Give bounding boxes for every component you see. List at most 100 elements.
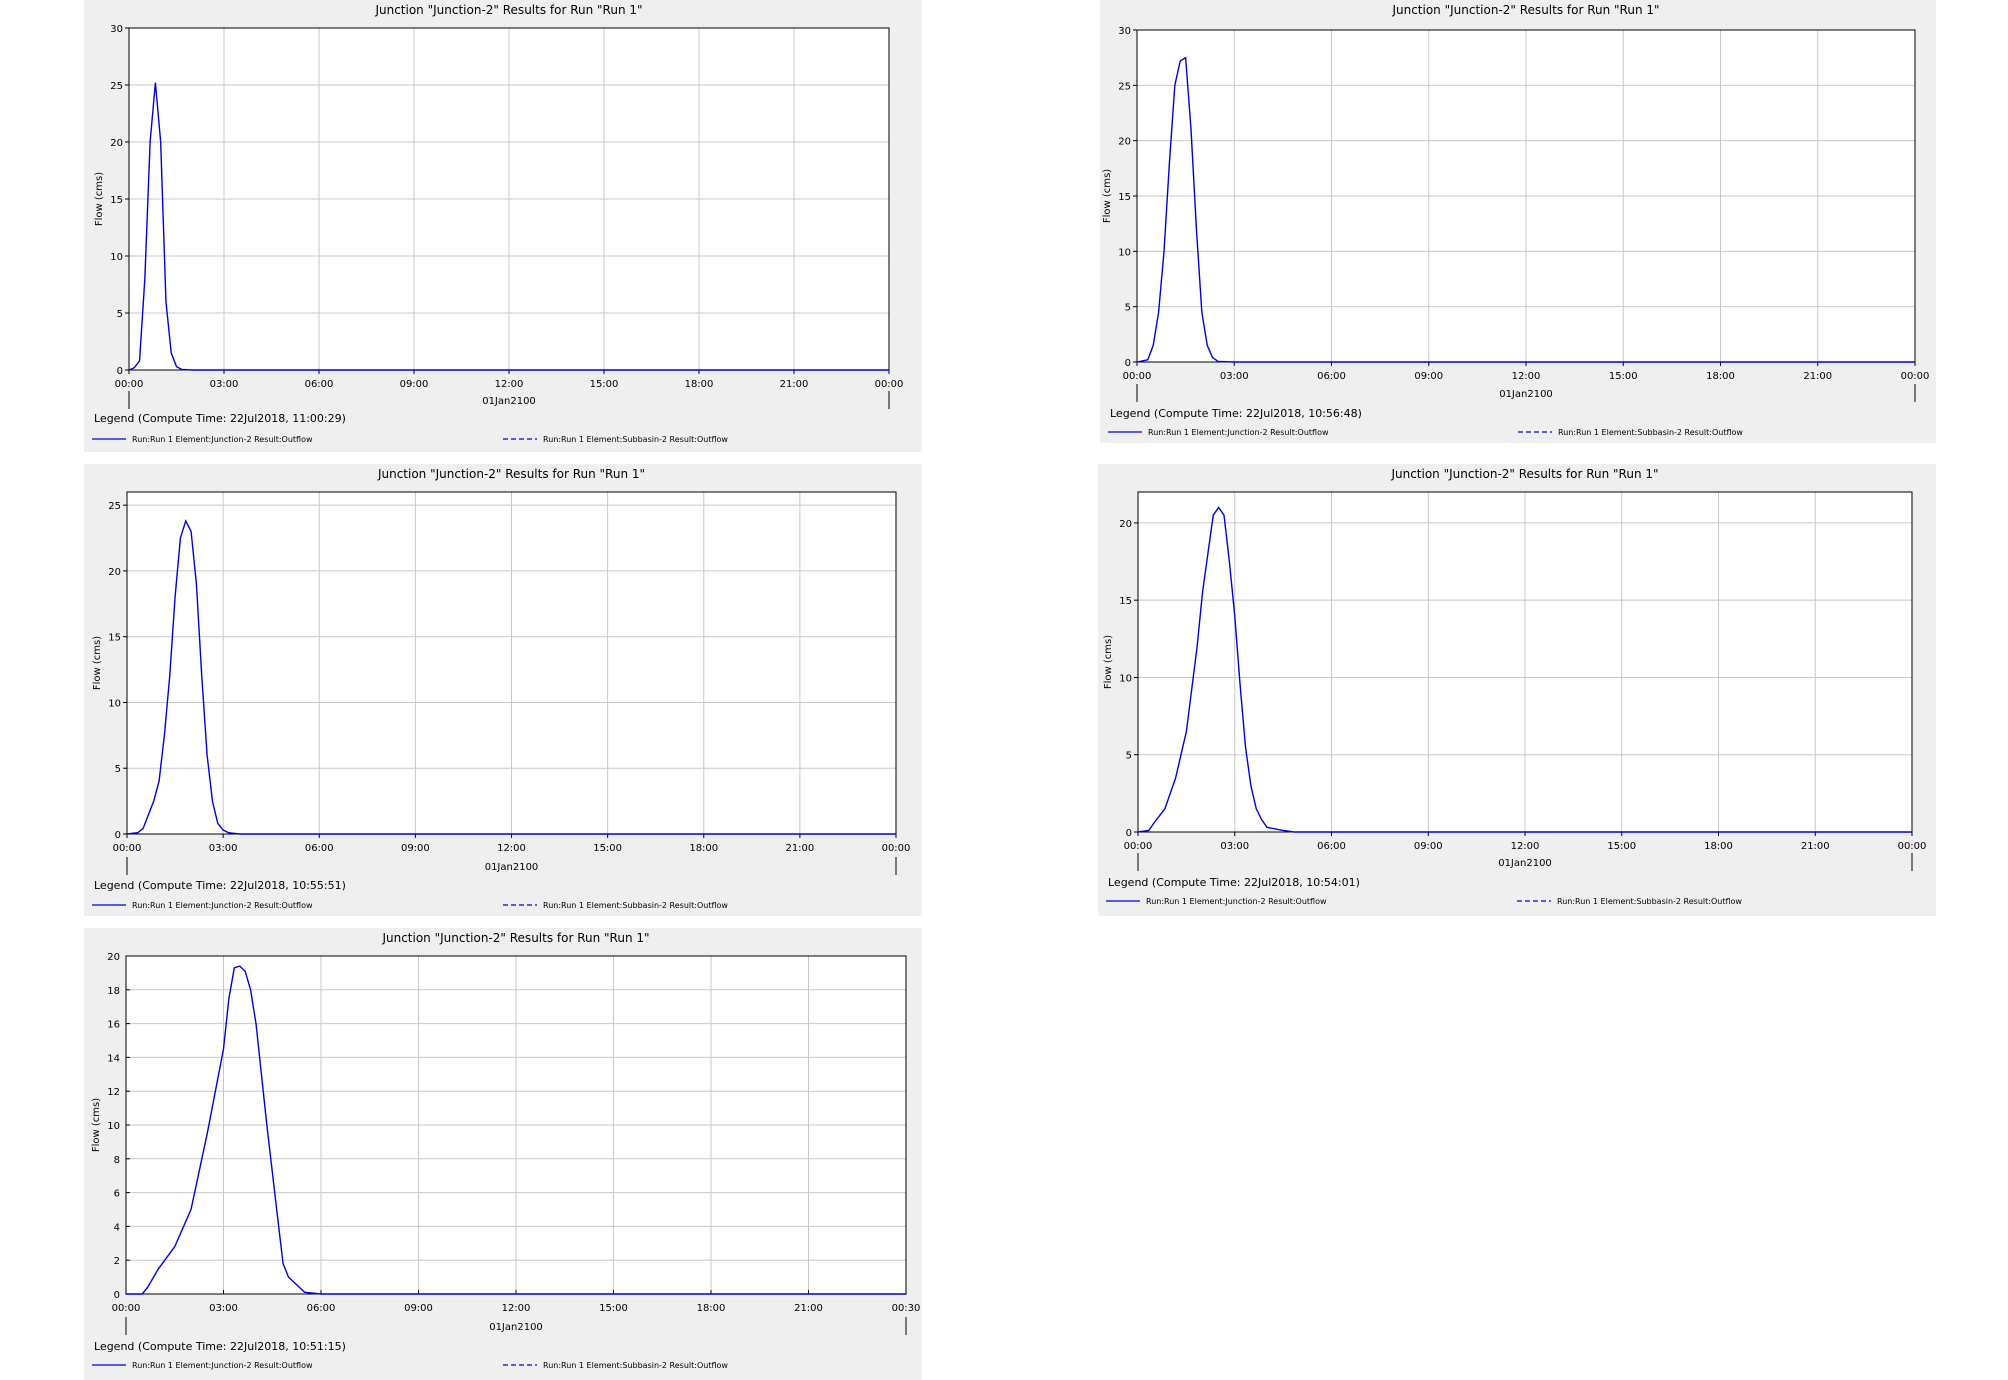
data-point: [155, 82, 156, 83]
x-tick-label: 12:00: [502, 1303, 531, 1314]
data-point: [245, 971, 246, 972]
data-point: [1158, 312, 1159, 313]
x-tick-label: 09:00: [1414, 841, 1443, 852]
y-tick-label: 15: [110, 195, 123, 206]
chart-title: Junction "Junction-2" Results for Run "R…: [377, 467, 645, 481]
legend-item: Run:Run 1 Element:Subbasin-2 Result:Outf…: [1557, 897, 1742, 906]
y-axis-label: Flow (cms): [1102, 169, 1113, 223]
chart-title: Junction "Junction-2" Results for Run "R…: [374, 3, 642, 17]
x-tick-label: 21:00: [1803, 371, 1832, 382]
data-point: [164, 735, 165, 736]
x-tick-label: 21:00: [794, 1303, 823, 1314]
data-point: [1229, 561, 1230, 562]
y-tick-label: 4: [114, 1222, 120, 1233]
data-point: [1218, 507, 1219, 508]
data-point: [1207, 553, 1208, 554]
data-point: [153, 801, 154, 802]
chart-title: Junction "Junction-2" Results for Run "R…: [381, 931, 649, 945]
data-point: [1174, 85, 1175, 86]
chart-svg-2: Junction "Junction-2" Results for Run "R…: [1102, 3, 1930, 437]
data-point: [1164, 808, 1165, 809]
y-tick-label: 30: [110, 24, 123, 35]
data-point: [239, 966, 240, 967]
data-point: [171, 352, 172, 353]
data-point: [288, 1277, 289, 1278]
y-tick-label: 18: [107, 986, 120, 997]
data-point: [142, 828, 143, 829]
x-tick-label: 09:00: [400, 379, 429, 390]
y-tick-label: 0: [117, 366, 123, 377]
y-tick-label: 25: [1118, 81, 1131, 92]
legend-item: Run:Run 1 Element:Subbasin-2 Result:Outf…: [543, 901, 728, 910]
y-tick-label: 30: [1118, 26, 1131, 37]
data-point: [139, 360, 140, 361]
y-axis-label: Flow (cms): [92, 636, 103, 690]
x-tick-label: 00:00: [1901, 371, 1930, 382]
data-point: [1186, 731, 1187, 732]
data-point: [255, 1023, 256, 1024]
data-point: [1911, 831, 1912, 832]
x-tick-label: 18:00: [697, 1303, 726, 1314]
data-point: [320, 1293, 321, 1294]
y-tick-label: 12: [107, 1087, 120, 1098]
data-point: [207, 754, 208, 755]
x-tick-label: 00:00: [1124, 841, 1153, 852]
data-point: [1201, 312, 1202, 313]
y-axis-label: Flow (cms): [91, 1098, 102, 1152]
legend-title: Legend (Compute Time: 22Jul2018, 10:56:4…: [1110, 407, 1362, 420]
x-tick-label: 12:00: [1511, 841, 1540, 852]
legend-item: Run:Run 1 Element:Junction-2 Result:Outf…: [132, 901, 313, 910]
data-point: [160, 141, 161, 142]
x-tick-label: 18:00: [1706, 371, 1735, 382]
x-tick-label: 00:00: [112, 1303, 141, 1314]
data-point: [150, 141, 151, 142]
data-point: [201, 676, 202, 677]
chart-title: Junction "Junction-2" Results for Run "R…: [1390, 467, 1658, 481]
data-point: [125, 1293, 126, 1294]
data-point: [223, 829, 224, 830]
y-tick-label: 10: [1118, 247, 1131, 258]
data-point: [234, 967, 235, 968]
chart-panel-5: Junction "Junction-2" Results for Run "R…: [84, 928, 922, 1380]
chart-panel-1: Junction "Junction-2" Results for Run "R…: [84, 0, 922, 452]
x-tick-label: 21:00: [780, 379, 809, 390]
x-axis-label: 01Jan2100: [485, 862, 539, 873]
data-point: [1212, 357, 1213, 358]
x-tick-label: 06:00: [307, 1303, 336, 1314]
y-tick-label: 5: [117, 309, 123, 320]
x-tick-label: 15:00: [1609, 371, 1638, 382]
data-point: [190, 531, 191, 532]
chart-title: Junction "Junction-2" Results for Run "R…: [1391, 3, 1659, 17]
legend-title: Legend (Compute Time: 22Jul2018, 10:51:1…: [94, 1340, 346, 1353]
y-tick-label: 8: [114, 1155, 120, 1166]
data-point: [1234, 615, 1235, 616]
x-tick-label: 09:00: [401, 843, 430, 854]
x-tick-label: 00:00: [113, 843, 142, 854]
chart-panel-3: Junction "Junction-2" Results for Run "R…: [84, 464, 922, 916]
x-axis-label: 01Jan2100: [489, 1322, 543, 1333]
x-tick-label: 03:00: [1220, 841, 1249, 852]
legend-title: Legend (Compute Time: 22Jul2018, 10:54:0…: [1108, 876, 1360, 889]
y-tick-label: 20: [107, 952, 120, 963]
x-tick-label: 12:00: [497, 843, 526, 854]
chart-panel-2: Junction "Junction-2" Results for Run "R…: [1100, 0, 1936, 443]
x-tick-label: 00:00: [1123, 371, 1152, 382]
data-point: [304, 1292, 305, 1293]
data-point: [217, 823, 218, 824]
y-tick-label: 14: [107, 1053, 120, 1064]
y-tick-label: 20: [108, 567, 121, 578]
y-tick-label: 25: [110, 81, 123, 92]
legend-item: Run:Run 1 Element:Subbasin-2 Result:Outf…: [1558, 428, 1743, 437]
legend-item: Run:Run 1 Element:Junction-2 Result:Outf…: [132, 1361, 313, 1370]
y-tick-label: 0: [1126, 828, 1132, 839]
data-point: [1147, 359, 1148, 360]
data-point: [1136, 361, 1137, 362]
data-point: [228, 998, 229, 999]
data-point: [176, 366, 177, 367]
x-tick-label: 15:00: [590, 379, 619, 390]
x-tick-label: 03:00: [209, 1303, 238, 1314]
y-tick-label: 20: [1118, 137, 1131, 148]
data-point: [212, 801, 213, 802]
data-point: [266, 1124, 267, 1125]
data-point: [888, 369, 889, 370]
